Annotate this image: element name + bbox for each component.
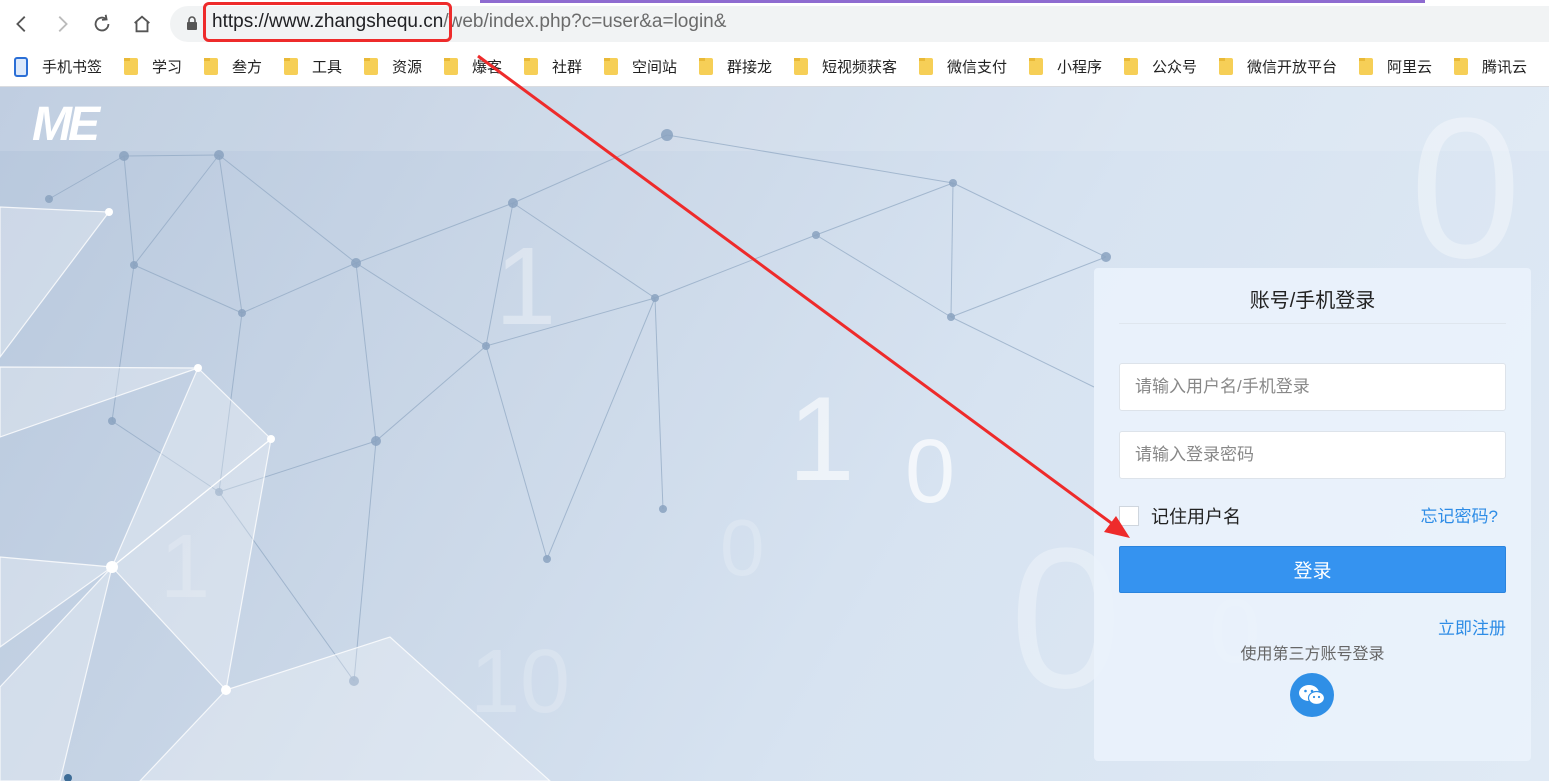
svg-text:1: 1 — [788, 372, 855, 506]
svg-text:0: 0 — [720, 503, 765, 592]
folder-icon — [1029, 58, 1043, 75]
url-highlight-box — [203, 2, 452, 42]
lock-icon — [187, 16, 197, 30]
bookmark-item[interactable]: 工具 — [284, 56, 342, 77]
login-button[interactable]: 登录 — [1119, 546, 1506, 593]
folder-icon — [284, 58, 298, 75]
bookmark-item[interactable]: 手机书签 — [14, 56, 102, 77]
folder-icon — [1124, 58, 1138, 75]
url-path: /web/index.php?c=user&a=login& — [443, 11, 727, 32]
bookmark-item[interactable]: 阿里云 — [1359, 56, 1432, 77]
folder-icon — [1359, 58, 1373, 75]
bookmark-item[interactable]: 空间站 — [604, 56, 677, 77]
bookmark-item[interactable]: 群接龙 — [699, 56, 772, 77]
site-logo[interactable]: ME — [32, 97, 100, 152]
remember-label: 记住用户名 — [1151, 507, 1241, 527]
bookmark-label: 微信支付 — [947, 59, 1008, 76]
folder-icon — [919, 58, 933, 75]
bookmark-label: 叁方 — [232, 59, 263, 76]
login-page: 1 1 0 0 1 10 0 0 0 ME 账号/手机登录 记住用户名 忘记密码… — [0, 87, 1549, 781]
bookmark-item[interactable]: 短视频获客 — [794, 56, 897, 77]
svg-text:0: 0 — [905, 422, 955, 522]
folder-icon — [124, 58, 138, 75]
folder-icon — [1219, 58, 1233, 75]
password-input[interactable] — [1119, 431, 1506, 479]
bookmark-label: 小程序 — [1057, 59, 1103, 76]
back-icon[interactable] — [8, 10, 36, 38]
forgot-password-link[interactable]: 忘记密码? — [1421, 502, 1498, 527]
svg-text:1: 1 — [160, 517, 210, 617]
mobile-bookmark-icon — [14, 56, 28, 77]
bookmark-label: 爆客 — [472, 59, 503, 76]
bookmarks-bar: 手机书签 学习 叁方 工具 资源 爆客 社群 空间站 群接龙 短视频获客 微信支付 小程序 公众号 微信开… — [0, 48, 1549, 87]
bookmark-item[interactable]: 叁方 — [204, 56, 262, 77]
bookmark-label: 工具 — [312, 59, 343, 76]
folder-icon — [444, 58, 458, 75]
svg-text:1: 1 — [495, 225, 556, 348]
bookmark-item[interactable]: 微信开放平台 — [1219, 56, 1337, 77]
bookmark-label: 学习 — [152, 59, 183, 76]
bookmark-label: 短视频获客 — [822, 59, 898, 76]
bookmark-label: 社群 — [552, 59, 583, 76]
remember-checkbox[interactable] — [1119, 506, 1139, 526]
bookmark-item[interactable]: 爆客 — [444, 56, 502, 77]
login-panel: 账号/手机登录 记住用户名 忘记密码? 登录 立即注册 使用第三方账号登录 — [1094, 268, 1531, 761]
folder-icon — [1454, 58, 1468, 75]
bookmark-item[interactable]: 微信支付 — [919, 56, 1007, 77]
username-input[interactable] — [1119, 363, 1506, 411]
remember-username[interactable]: 记住用户名 — [1119, 503, 1241, 529]
bookmark-label: 资源 — [392, 59, 423, 76]
login-title: 账号/手机登录 — [1249, 290, 1376, 312]
bookmark-label: 微信开放平台 — [1247, 59, 1338, 76]
title-divider — [1119, 323, 1506, 324]
bookmark-item[interactable]: 社群 — [524, 56, 582, 77]
folder-icon — [604, 58, 618, 75]
third-party-login-label: 使用第三方账号登录 — [1240, 646, 1385, 663]
bookmark-label: 公众号 — [1152, 59, 1198, 76]
bookmark-label: 阿里云 — [1387, 59, 1433, 76]
reload-icon[interactable] — [88, 10, 116, 38]
folder-icon — [699, 58, 713, 75]
folder-icon — [794, 58, 808, 75]
bookmark-label: 腾讯云 — [1482, 59, 1528, 76]
tab-accent-line — [480, 0, 1425, 3]
wechat-login-icon[interactable] — [1290, 673, 1334, 717]
forward-icon[interactable] — [48, 10, 76, 38]
bookmark-label: 空间站 — [632, 59, 678, 76]
folder-icon — [204, 58, 218, 75]
folder-icon — [524, 58, 538, 75]
bookmark-item[interactable]: 学习 — [124, 56, 182, 77]
svg-text:10: 10 — [470, 632, 570, 732]
register-link[interactable]: 立即注册 — [1438, 614, 1506, 639]
folder-icon — [364, 58, 378, 75]
bookmark-label: 群接龙 — [727, 59, 773, 76]
browser-toolbar: https://www.zhangshequ.cn/web/index.php?… — [0, 0, 1549, 48]
bookmark-item[interactable]: 腾讯云 — [1454, 56, 1527, 77]
bookmark-label: 手机书签 — [42, 59, 103, 76]
bookmark-item[interactable]: 公众号 — [1124, 56, 1197, 77]
bookmark-item[interactable]: 小程序 — [1029, 56, 1102, 77]
home-icon[interactable] — [128, 10, 156, 38]
bookmark-item[interactable]: 资源 — [364, 56, 422, 77]
